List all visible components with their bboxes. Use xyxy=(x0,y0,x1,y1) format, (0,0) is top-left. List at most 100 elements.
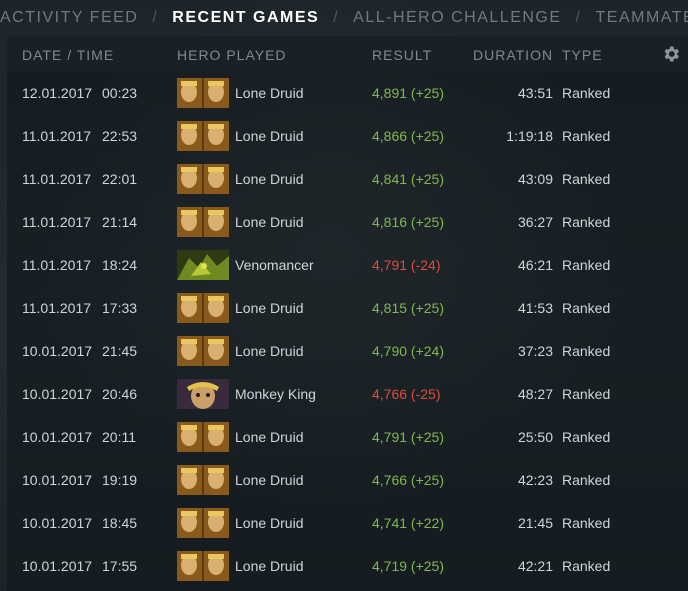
match-date: 11.01.2017 xyxy=(22,300,92,316)
match-time: 00:23 xyxy=(102,85,138,101)
hero-name: Lone Druid xyxy=(235,214,304,230)
hero-name: Lone Druid xyxy=(235,128,304,144)
match-result: 4,816 (+25) xyxy=(372,214,444,230)
hero-name: Lone Druid xyxy=(235,429,304,445)
match-date: 10.01.2017 xyxy=(22,472,93,488)
match-date: 10.01.2017 xyxy=(22,386,93,402)
match-duration: 42:23 xyxy=(517,472,553,488)
match-duration: 46:21 xyxy=(517,257,553,273)
hero-name: Lone Druid xyxy=(235,300,304,316)
match-result: 4,791 (+25) xyxy=(372,429,444,445)
table-row[interactable]: 11.01.2017 18:24 Venomancer 4,791 (-24) 46:2… xyxy=(7,244,688,287)
match-type: Ranked xyxy=(562,472,611,488)
tab-teammates[interactable]: TEAMMATES xyxy=(596,9,688,27)
table-row[interactable]: 11.01.2017 17:33 Lone Druid 4,815 (+25) 41:5… xyxy=(7,287,688,330)
match-time: 19:19 xyxy=(102,472,138,488)
match-date: 11.01.2017 xyxy=(22,128,92,144)
header-duration[interactable]: DURATION xyxy=(473,47,553,63)
nav-separator: / xyxy=(152,9,159,26)
table-row[interactable]: 11.01.2017 22:53 Lone Druid 4,866 (+25) 1:19… xyxy=(7,115,688,158)
lone-druid-portrait-icon xyxy=(177,164,229,194)
match-duration: 43:51 xyxy=(517,85,553,101)
match-time: 22:53 xyxy=(102,128,138,144)
match-duration: 37:23 xyxy=(517,343,553,359)
match-type: Ranked xyxy=(562,171,611,187)
table-row[interactable]: 10.01.2017 18:45 Lone Druid 4,741 (+22) 21:4… xyxy=(7,502,688,545)
match-duration: 41:53 xyxy=(517,300,553,316)
recent-games-panel: DATE / TIME HERO PLAYED RESULT DURATION … xyxy=(7,36,688,591)
match-date: 10.01.2017 xyxy=(22,515,93,531)
hero-name: Monkey King xyxy=(235,386,316,402)
match-type: Ranked xyxy=(562,515,611,531)
table-row[interactable]: 10.01.2017 17:55 Lone Druid 4,719 (+25) 42:2… xyxy=(7,545,688,588)
table-row[interactable]: 10.01.2017 21:45 Lone Druid 4,790 (+24) 37:2… xyxy=(7,330,688,373)
match-type: Ranked xyxy=(562,558,611,574)
match-duration: 42:21 xyxy=(517,558,553,574)
hero-name: Lone Druid xyxy=(235,558,304,574)
tab-recent-games[interactable]: RECENT GAMES xyxy=(172,9,319,27)
venomancer-portrait-icon xyxy=(177,250,229,280)
tab-all-hero-challenge[interactable]: ALL-HERO CHALLENGE xyxy=(353,9,561,27)
match-date: 10.01.2017 xyxy=(22,558,93,574)
match-duration: 36:27 xyxy=(517,214,553,230)
tab-activity-feed[interactable]: ACTIVITY FEED xyxy=(0,9,138,27)
lone-druid-portrait-icon xyxy=(177,508,229,538)
table-row[interactable]: 10.01.2017 20:11 Lone Druid 4,791 (+25) 25:5… xyxy=(7,416,688,459)
match-time: 22:01 xyxy=(102,171,138,187)
table-row[interactable]: 12.01.2017 00:23 Lone Druid 4,891 (+25) 43:5… xyxy=(7,72,688,115)
match-time: 20:11 xyxy=(102,429,136,445)
match-result: 4,791 (-24) xyxy=(372,257,441,273)
match-type: Ranked xyxy=(562,343,611,359)
table-row[interactable]: 11.01.2017 22:01 Lone Druid 4,841 (+25) 43:0… xyxy=(7,158,688,201)
match-duration: 21:45 xyxy=(517,515,553,531)
hero-name: Venomancer xyxy=(235,257,314,273)
nav-separator: / xyxy=(575,9,582,26)
match-time: 21:45 xyxy=(102,343,138,359)
match-result: 4,866 (+25) xyxy=(372,128,444,144)
match-date: 10.01.2017 xyxy=(22,343,93,359)
match-result: 4,891 (+25) xyxy=(372,85,444,101)
match-time: 20:46 xyxy=(102,386,138,402)
nav-separator: / xyxy=(333,9,340,26)
table-row[interactable]: 10.01.2017 20:46 Monkey King 4,766 (-25) 48:… xyxy=(7,373,688,416)
match-result: 4,719 (+25) xyxy=(372,558,444,574)
lone-druid-portrait-icon xyxy=(177,336,229,366)
top-navigation: ACTIVITY FEED / RECENT GAMES / ALL-HERO … xyxy=(0,0,688,36)
gear-icon[interactable] xyxy=(661,44,681,64)
lone-druid-portrait-icon xyxy=(177,293,229,323)
match-date: 10.01.2017 xyxy=(22,429,93,445)
table-row[interactable]: 11.01.2017 21:14 Lone Druid 4,816 (+25) 36:2… xyxy=(7,201,688,244)
match-result: 4,790 (+24) xyxy=(372,343,444,359)
lone-druid-portrait-icon xyxy=(177,465,229,495)
match-duration: 48:27 xyxy=(517,386,553,402)
match-duration: 25:50 xyxy=(517,429,553,445)
match-type: Ranked xyxy=(562,300,611,316)
lone-druid-portrait-icon xyxy=(177,422,229,452)
match-type: Ranked xyxy=(562,214,611,230)
lone-druid-portrait-icon xyxy=(177,121,229,151)
match-time: 17:55 xyxy=(102,558,138,574)
monkey-king-portrait-icon xyxy=(177,379,229,409)
lone-druid-portrait-icon xyxy=(177,551,229,581)
match-result: 4,766 (-25) xyxy=(372,386,441,402)
match-time: 18:24 xyxy=(102,257,138,273)
match-type: Ranked xyxy=(562,85,611,101)
match-time: 18:45 xyxy=(102,515,138,531)
header-result[interactable]: RESULT xyxy=(372,47,432,63)
hero-name: Lone Druid xyxy=(235,343,304,359)
header-type[interactable]: TYPE xyxy=(562,47,603,63)
lone-druid-portrait-icon xyxy=(177,207,229,237)
match-result: 4,766 (+25) xyxy=(372,472,444,488)
lone-druid-portrait-icon xyxy=(177,78,229,108)
match-duration: 43:09 xyxy=(517,171,553,187)
match-type: Ranked xyxy=(562,257,611,273)
table-row[interactable]: 10.01.2017 19:19 Lone Druid 4,766 (+25) 42:2… xyxy=(7,459,688,502)
match-result: 4,741 (+22) xyxy=(372,515,444,531)
hero-name: Lone Druid xyxy=(235,515,304,531)
header-hero-played[interactable]: HERO PLAYED xyxy=(177,47,287,63)
match-date: 11.01.2017 xyxy=(22,171,92,187)
match-result: 4,841 (+25) xyxy=(372,171,444,187)
header-date-time[interactable]: DATE / TIME xyxy=(22,47,114,63)
match-result: 4,815 (+25) xyxy=(372,300,444,316)
match-type: Ranked xyxy=(562,429,611,445)
